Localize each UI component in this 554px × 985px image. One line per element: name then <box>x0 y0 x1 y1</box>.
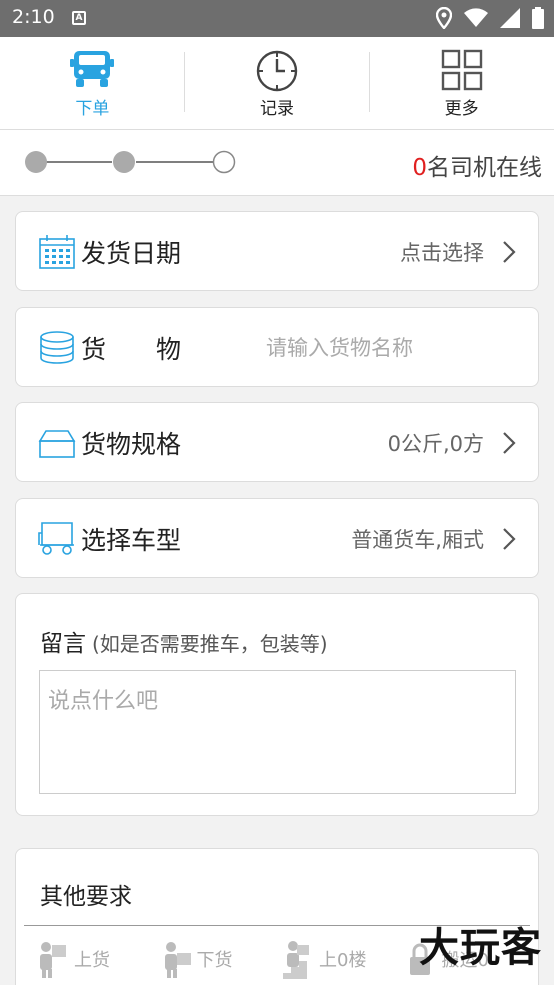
database-icon <box>40 331 74 364</box>
status-bar: 2:10 A <box>0 0 554 37</box>
wifi-icon <box>464 8 488 27</box>
vehicle-type-value: 普通货车,厢式 <box>351 528 484 552</box>
vehicle-type-row[interactable]: 选择车型 普通货车,厢式 <box>15 498 539 578</box>
message-hint: (如是否需要推车，包装等) <box>92 632 328 656</box>
goods-label: 货 物 <box>81 335 182 364</box>
chevron-right-icon <box>503 241 516 263</box>
chevron-right-icon <box>503 432 516 454</box>
tab-order-label: 下单 <box>75 99 110 119</box>
goods-name-input[interactable] <box>266 330 506 366</box>
tab-divider <box>184 52 185 112</box>
tab-records[interactable]: 记录 <box>185 37 370 129</box>
tab-order[interactable]: 下单 <box>0 37 185 129</box>
grid-icon <box>441 49 482 91</box>
ship-date-value: 点击选择 <box>400 241 484 265</box>
signal-icon <box>500 8 520 28</box>
online-text: 名司机在线 <box>427 155 542 181</box>
message-title: 留言 (如是否需要推车，包装等) <box>40 624 328 658</box>
truck-icon <box>70 51 115 87</box>
tab-records-label: 记录 <box>260 99 294 119</box>
option-upstairs[interactable]: 上0楼 <box>281 939 404 979</box>
goods-row: 货 物 <box>15 307 539 387</box>
ship-date-row[interactable]: 发货日期 点击选择 <box>15 211 539 291</box>
location-icon <box>436 7 452 29</box>
online-count: 0 <box>412 155 427 181</box>
step-3 <box>212 150 236 174</box>
option-load-label: 上货 <box>74 950 110 971</box>
worker-carry-icon <box>164 942 191 978</box>
other-requirements-title: 其他要求 <box>40 884 132 910</box>
watermark-logo: 大玩客 <box>419 925 542 971</box>
option-load[interactable]: 上货 <box>36 939 159 979</box>
step-indicator <box>25 150 236 174</box>
chevron-right-icon <box>503 528 516 550</box>
calendar-icon <box>39 235 75 269</box>
tab-more[interactable]: 更多 <box>369 37 554 129</box>
order-progress: 0名司机在线 <box>0 130 554 196</box>
step-2 <box>113 151 135 173</box>
message-title-text: 留言 <box>40 631 86 657</box>
step-1 <box>25 151 47 173</box>
status-time: 2:10 <box>12 6 55 28</box>
vehicle-type-label: 选择车型 <box>81 526 182 555</box>
goods-spec-value: 0公斤,0方 <box>387 432 484 456</box>
worker-stairs-icon <box>283 941 309 979</box>
tab-divider <box>369 52 370 112</box>
option-unload[interactable]: 下货 <box>159 939 282 979</box>
tab-more-label: 更多 <box>444 99 479 119</box>
option-unload-label: 下货 <box>196 950 233 971</box>
goods-spec-row[interactable]: 货物规格 0公斤,0方 <box>15 402 539 482</box>
message-textarea[interactable] <box>39 670 516 794</box>
clock-icon <box>256 50 298 92</box>
worker-carry-icon <box>40 942 66 978</box>
drivers-online: 0名司机在线 <box>412 148 542 182</box>
box-icon <box>38 430 76 458</box>
notification-a-icon: A <box>72 11 86 25</box>
truck-outline-icon <box>38 522 74 555</box>
battery-icon <box>532 7 544 29</box>
top-nav: 下单 记录 更多 <box>0 37 554 130</box>
ship-date-label: 发货日期 <box>81 239 182 268</box>
status-icons <box>436 6 544 30</box>
message-card: 留言 (如是否需要推车，包装等) <box>15 593 539 816</box>
goods-spec-label: 货物规格 <box>81 430 182 459</box>
option-upstairs-label: 上0楼 <box>319 950 367 971</box>
